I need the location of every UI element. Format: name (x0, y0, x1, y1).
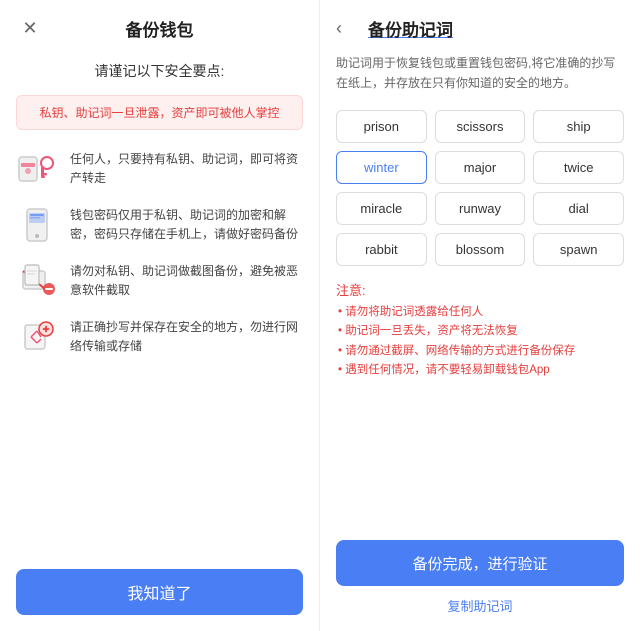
mnemonic-cell-10: rabbit (336, 233, 427, 266)
notes-item-1: • 请勿将助记词透露给任何人 (336, 303, 624, 323)
verify-button[interactable]: 备份完成，进行验证 (336, 540, 624, 586)
security-item-phone: 钱包密码仅用于私钥、助记词的加密和解密，密码只存储在手机上，请做好密码备份 (16, 204, 303, 246)
security-item-key: 任何人，只要持有私钥、助记词，即可将资产转走 (16, 148, 303, 190)
safe-icon (16, 316, 58, 358)
mnemonic-cell-7: miracle (336, 192, 427, 225)
notes-item-4: • 遇到任何情况，请不要轻易卸载钱包App (336, 361, 624, 381)
security-item-safe-text: 请正确抄写并保存在安全的地方，勿进行网络传输或存储 (70, 316, 303, 356)
security-items: 任何人，只要持有私钥、助记词，即可将资产转走 钱包密码仅用于私钥、助记词的加密和… (16, 148, 303, 547)
notes-item-2: • 助记词一旦丢失，资产将无法恢复 (336, 322, 624, 342)
mnemonic-cell-5: major (435, 151, 526, 184)
security-item-key-text: 任何人，只要持有私钥、助记词，即可将资产转走 (70, 148, 303, 188)
mnemonic-cell-11: blossom (435, 233, 526, 266)
mnemonic-cell-4: winter (336, 151, 427, 184)
left-header: ✕ 备份钱包 (16, 16, 303, 41)
close-button[interactable]: ✕ (16, 15, 44, 43)
mnemonic-cell-3: ship (533, 110, 624, 143)
right-title: 备份助记词 (368, 16, 453, 41)
mnemonic-cell-9: dial (533, 192, 624, 225)
screenshot-icon (16, 260, 58, 302)
left-footer: 我知道了 (16, 559, 303, 615)
notes-section: 注意: • 请勿将助记词透露给任何人• 助记词一旦丢失，资产将无法恢复• 请勿通… (336, 280, 624, 381)
copy-link[interactable]: 复制助记词 (336, 596, 624, 615)
back-button[interactable]: ‹ (336, 18, 360, 39)
mnemonic-cell-6: twice (533, 151, 624, 184)
security-item-phone-text: 钱包密码仅用于私钥、助记词的加密和解密，密码只存储在手机上，请做好密码备份 (70, 204, 303, 244)
confirm-button[interactable]: 我知道了 (16, 569, 303, 615)
mnemonic-grid: prisonscissorsship wintermajortwice miracl… (336, 110, 624, 266)
key-icon (16, 148, 58, 190)
right-description: 助记词用于恢复钱包或重置钱包密码,将它准确的抄写在纸上，并存放在只有你知道的安全… (336, 53, 624, 94)
security-item-safe: 请正确抄写并保存在安全的地方，勿进行网络传输或存储 (16, 316, 303, 358)
mnemonic-cell-2: scissors (435, 110, 526, 143)
right-header: ‹ 备份助记词 (336, 16, 624, 41)
right-panel: ‹ 备份助记词 助记词用于恢复钱包或重置钱包密码,将它准确的抄写在纸上，并存放在… (320, 0, 640, 631)
security-item-screenshot: 请勿对私钥、助记词做截图备份，避免被恶意软件截取 (16, 260, 303, 302)
security-item-screenshot-text: 请勿对私钥、助记词做截图备份，避免被恶意软件截取 (70, 260, 303, 300)
left-subtitle: 请谨记以下安全要点: (16, 61, 303, 81)
right-footer: 备份完成，进行验证 复制助记词 (336, 540, 624, 615)
mnemonic-cell-1: prison (336, 110, 427, 143)
mnemonic-cell-8: runway (435, 192, 526, 225)
warning-box: 私钥、助记词一旦泄露，资产即可被他人掌控 (16, 95, 303, 130)
left-title: 备份钱包 (126, 16, 194, 41)
notes-item-3: • 请勿通过截屏、网络传输的方式进行备份保存 (336, 342, 624, 362)
left-panel: ✕ 备份钱包 请谨记以下安全要点: 私钥、助记词一旦泄露，资产即可被他人掌控 任… (0, 0, 320, 631)
phone-icon (16, 204, 58, 246)
notes-title: 注意: (336, 280, 624, 299)
mnemonic-cell-12: spawn (533, 233, 624, 266)
